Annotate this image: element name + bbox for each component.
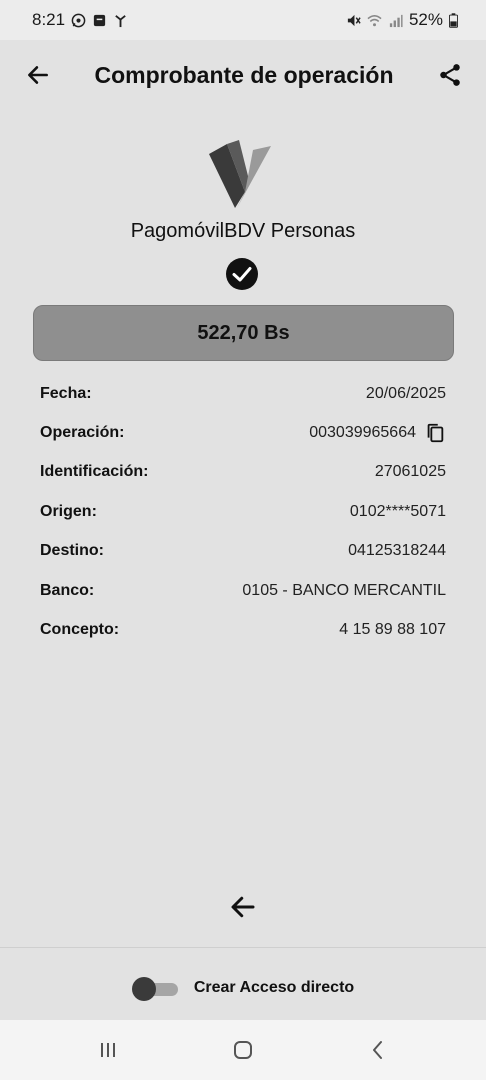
detail-row-banco: Banco: 0105 - BANCO MERCANTIL <box>40 571 446 610</box>
bottom-back-button[interactable] <box>224 888 262 926</box>
battery-icon <box>449 12 458 28</box>
amount-value: 522,70 Bs <box>197 321 290 344</box>
detail-label: Origen: <box>40 502 97 520</box>
whatsapp-icon <box>71 13 86 27</box>
home-button[interactable] <box>223 1030 263 1070</box>
detail-row-operacion: Operación: 003039965664 <box>40 413 446 452</box>
detail-row-origen: Origen: 0102****5071 <box>40 492 446 531</box>
share-button[interactable] <box>432 57 468 93</box>
amount-display: 522,70 Bs <box>33 305 454 361</box>
detail-label: Operación: <box>40 424 125 442</box>
detail-value: 4 15 89 88 107 <box>339 621 446 639</box>
detail-value: 27061025 <box>374 463 446 481</box>
detail-label: Destino: <box>40 542 104 560</box>
back-button[interactable] <box>20 57 56 93</box>
message-icon <box>93 14 106 26</box>
antenna-icon <box>115 14 126 27</box>
divider <box>0 947 486 948</box>
signal-icon <box>389 14 403 27</box>
detail-row-concepto: Concepto: 4 15 89 88 107 <box>40 610 446 649</box>
detail-label: Identificación: <box>40 463 149 481</box>
detail-value-with-copy: 003039965664 <box>309 422 446 444</box>
detail-value: 20/06/2025 <box>365 384 446 402</box>
success-check-icon <box>226 258 258 290</box>
status-bar: 8:21 52% <box>0 0 486 40</box>
bdv-logo-icon <box>209 140 271 208</box>
recents-button[interactable] <box>88 1030 128 1070</box>
battery-percent: 52% <box>408 10 443 29</box>
detail-row-fecha: Fecha: 20/06/2025 <box>40 374 446 413</box>
detail-value: 003039965664 <box>309 424 416 442</box>
toggle-knob <box>131 977 156 1001</box>
operation-details: Fecha: 20/06/2025 Operación: 00303996566… <box>40 374 446 650</box>
detail-label: Banco: <box>40 581 95 599</box>
share-icon <box>440 64 460 86</box>
app-bar: Comprobante de operación <box>0 40 486 110</box>
system-nav-bar <box>0 1020 486 1080</box>
detail-value: 0105 - BANCO MERCANTIL <box>242 581 446 599</box>
detail-row-identificacion: Identificación: 27061025 <box>40 453 446 492</box>
shortcut-label: Crear Acceso directo <box>193 979 355 996</box>
detail-value: 0102****5071 <box>349 502 446 520</box>
shortcut-toggle[interactable] <box>131 977 178 1001</box>
chevron-left-icon <box>373 1041 383 1059</box>
system-back-button[interactable] <box>358 1030 398 1070</box>
detail-label: Concepto: <box>40 621 120 639</box>
brand-name: PagomóvilBDV Personas <box>130 220 356 242</box>
arrow-left-icon <box>231 896 255 918</box>
home-icon <box>233 1041 252 1059</box>
mute-icon <box>347 14 361 26</box>
detail-value: 04125318244 <box>348 542 446 560</box>
detail-label: Fecha: <box>40 384 92 402</box>
arrow-left-icon <box>28 66 48 84</box>
status-time: 8:21 <box>32 10 66 29</box>
detail-row-destino: Destino: 04125318244 <box>40 532 446 571</box>
wifi-icon <box>367 14 382 26</box>
copy-icon[interactable] <box>424 422 446 444</box>
recents-icon <box>100 1043 115 1057</box>
shortcut-toggle-row: Crear Acceso directo <box>0 968 486 1008</box>
page-title: Comprobante de operación <box>94 61 394 88</box>
